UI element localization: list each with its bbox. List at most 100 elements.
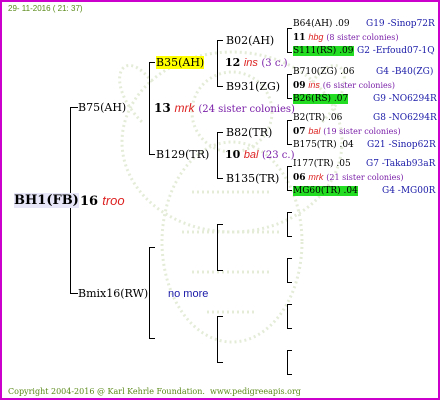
g4-score: .06 xyxy=(328,113,343,123)
g4-sister-row: 11 hbg (8 sister colonies) xyxy=(293,32,399,43)
connector xyxy=(149,247,150,339)
subject-num: 16 xyxy=(80,194,99,209)
g4-name: B26(RS) xyxy=(293,94,332,104)
g4-score: .04 xyxy=(343,186,358,196)
g2a-num: 12 xyxy=(225,56,241,69)
site-link[interactable]: www.pedigreeapis.org xyxy=(210,387,301,396)
connector xyxy=(217,178,223,179)
g2a-meta: 12 ins (3 c.) xyxy=(225,56,288,69)
connector xyxy=(217,224,218,271)
mother-note: no more xyxy=(168,288,209,300)
g4-code: G4 -MG00R xyxy=(382,186,436,196)
g4-num: 09 xyxy=(293,81,306,91)
connector xyxy=(287,258,292,259)
g2b-sisters: (23 c.) xyxy=(262,150,295,161)
connector xyxy=(287,304,288,329)
connector xyxy=(287,236,292,237)
connector xyxy=(287,166,292,167)
connector xyxy=(217,316,223,317)
g3-b02[interactable]: B02(AH) xyxy=(226,34,274,47)
copyright-text: Copyright 2004-2016 @ Karl Kehrle Founda… xyxy=(8,387,205,396)
g4-name: B710(ZG) xyxy=(293,67,338,77)
g2a-breeder: ins xyxy=(243,57,258,69)
connector xyxy=(287,74,292,75)
g4-name: B175(TR) xyxy=(293,140,337,150)
connector xyxy=(287,52,292,53)
g4-code: G9 -NO6294R xyxy=(373,94,437,104)
g4-sisters: (21 sister colonies) xyxy=(326,173,404,182)
g2b-meta: 10 bal (23 c.) xyxy=(225,148,295,161)
connector xyxy=(149,247,155,248)
g3-b931[interactable]: B931(ZG) xyxy=(226,80,280,93)
g4-code: G7 -Takab93aR xyxy=(366,159,436,169)
g3-b135[interactable]: B135(TR) xyxy=(226,172,279,185)
mother-node[interactable]: Bmix16(RW) xyxy=(78,287,148,300)
connector xyxy=(287,304,292,305)
g4-row[interactable]: S111(RS) .09 xyxy=(293,46,354,56)
g4-row[interactable]: I177(TR) .05 xyxy=(293,159,351,169)
connector xyxy=(217,40,218,87)
g4-score: .06 xyxy=(340,67,355,77)
father-num: 13 xyxy=(154,101,171,115)
father-meta: 13 mrk (24 sister colonies) xyxy=(154,101,295,115)
g4-code: G4 -B40(ZG) xyxy=(376,67,434,77)
connector xyxy=(217,270,223,271)
g4-sisters: (19 sister colonies) xyxy=(323,127,401,136)
g4-num: 11 xyxy=(293,33,306,43)
footer-text: Copyright 2004-2016 @ Karl Kehrle Founda… xyxy=(8,387,301,396)
g4-row[interactable]: B26(RS) .07 xyxy=(293,94,349,104)
connector xyxy=(217,316,218,363)
g4-row[interactable]: B64(AH) .09 xyxy=(293,19,350,29)
connector xyxy=(287,374,292,375)
g4-score: .04 xyxy=(339,140,354,150)
g3-b82[interactable]: B82(TR) xyxy=(226,126,272,139)
connector xyxy=(70,107,78,108)
g4-score: .05 xyxy=(336,159,351,169)
g4-score: .09 xyxy=(339,46,354,56)
g2a-node[interactable]: B35(AH) xyxy=(156,56,205,69)
g4-sisters: (6 sister colonies) xyxy=(322,81,395,90)
g4-score: .09 xyxy=(335,19,350,29)
g2b-breeder: bal xyxy=(243,149,259,161)
print-date: 29- 11-2016 ( 21: 37) xyxy=(8,4,83,13)
g4-code: G19 -Sinop72R xyxy=(366,19,435,29)
g4-sisters: (8 sister colonies) xyxy=(326,33,399,42)
connector xyxy=(287,350,288,375)
g4-row[interactable]: B710(ZG) .06 xyxy=(293,67,354,77)
g4-sister-row: 06 mrk (21 sister colonies) xyxy=(293,172,404,183)
connector xyxy=(287,212,292,213)
connector xyxy=(217,224,223,225)
father-breeder: mrk xyxy=(174,101,195,115)
connector xyxy=(217,86,223,87)
father-node[interactable]: B75(AH) xyxy=(78,101,126,114)
g4-sister-row: 07 bal (19 sister colonies) xyxy=(293,126,401,137)
connector xyxy=(287,28,288,53)
connector xyxy=(217,40,223,41)
g2b-node[interactable]: B129(TR) xyxy=(156,148,209,161)
connector xyxy=(70,293,78,294)
g2a-sisters: (3 c.) xyxy=(261,58,288,69)
g4-breeder: bal xyxy=(308,126,321,136)
pedigree-frame: 29- 11-2016 ( 21: 37) Copyright 2004-201… xyxy=(0,0,440,400)
g4-name: MG60(TR) xyxy=(293,186,341,196)
g4-row[interactable]: B175(TR) .04 xyxy=(293,140,354,150)
g4-row[interactable]: B2(TR) .06 xyxy=(293,113,342,123)
g4-row[interactable]: MG60(TR) .04 xyxy=(293,186,358,196)
g4-sister-row: 09 ins (6 sister colonies) xyxy=(293,80,395,91)
g4-score: .07 xyxy=(333,94,349,104)
subject-node[interactable]: BH1(FB) xyxy=(14,193,79,208)
subject-name: BH1(FB) xyxy=(14,193,79,208)
g4-code: G8 -NO6294R xyxy=(373,113,437,123)
g4-name: S111(RS) xyxy=(293,46,337,56)
g4-num: 06 xyxy=(293,173,306,183)
connector xyxy=(287,258,288,283)
connector xyxy=(217,362,223,363)
g4-name: I177(TR) xyxy=(293,159,334,169)
connector xyxy=(149,338,155,339)
connector xyxy=(287,28,292,29)
subject-breeder: troo xyxy=(102,193,125,208)
connector xyxy=(287,190,292,191)
connector xyxy=(217,132,218,179)
connector xyxy=(287,144,292,145)
connector xyxy=(149,154,155,155)
